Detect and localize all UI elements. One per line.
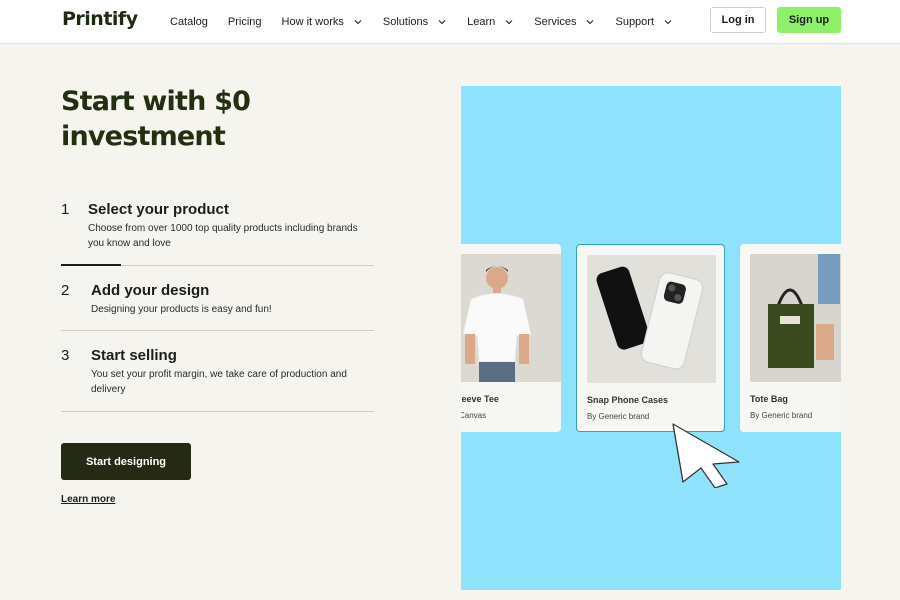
start-designing-button[interactable]: Start designing [61, 443, 191, 480]
step-divider [61, 411, 374, 412]
step-title: Add your design [91, 282, 210, 299]
printify-logo[interactable]: Printify [62, 8, 138, 30]
page-title-line: investment [61, 121, 226, 152]
product-title: Tote Bag [750, 394, 788, 404]
phone-case-illustration [587, 255, 716, 383]
nav-services[interactable]: Services [534, 16, 595, 28]
learn-more-link[interactable]: Learn more [61, 494, 115, 505]
product-card-phone-case[interactable]: Snap Phone Cases By Generic brand [576, 244, 725, 432]
step-description: Choose from over 1000 top quality produc… [88, 223, 358, 249]
product-showcase: leeve Tee Canvas Snap Phone Cases By Gen… [461, 86, 841, 590]
page-title-line: Start with $0 [61, 86, 251, 117]
tshirt-model-illustration [461, 254, 561, 382]
nav-pricing[interactable]: Pricing [228, 16, 262, 28]
phone-case-image [587, 255, 716, 383]
step-divider [61, 330, 374, 331]
product-card-tote-bag[interactable]: Tote Bag By Generic brand [740, 244, 841, 432]
nav-support[interactable]: Support [615, 16, 673, 28]
login-button[interactable]: Log in [710, 7, 766, 33]
step-title: Start selling [91, 347, 177, 364]
step-title: Select your product [88, 201, 229, 218]
nav-label: Support [615, 16, 655, 28]
chevron-down-icon [505, 20, 513, 25]
product-brand: Canvas [461, 411, 487, 420]
nav-catalog[interactable]: Catalog [170, 16, 208, 28]
nav-label: Learn [467, 16, 496, 28]
chevron-down-icon [438, 20, 446, 25]
page-title: Start with $0 investment [61, 84, 361, 154]
main-nav: Catalog Pricing How it works Solutions L… [170, 0, 693, 44]
nav-how-it-works[interactable]: How it works [282, 16, 363, 28]
product-brand: By Generic brand [750, 411, 813, 420]
tshirt-image [461, 254, 561, 382]
cursor-arrow-icon [672, 423, 740, 488]
tote-bag-image [750, 254, 841, 382]
nav-label: Solutions [382, 16, 429, 28]
nav-label: Services [534, 16, 577, 28]
nav-label: Pricing [227, 16, 262, 28]
nav-label: How it works [281, 16, 344, 28]
step-progress-indicator [61, 264, 121, 266]
product-title: Snap Phone Cases [587, 395, 669, 405]
product-brand: By Generic brand [587, 412, 650, 421]
chevron-down-icon [587, 20, 594, 25]
nav-learn[interactable]: Learn [467, 16, 514, 28]
nav-solutions[interactable]: Solutions [383, 16, 447, 28]
top-nav-bar: Printify Catalog Pricing How it works So… [0, 0, 900, 44]
tote-bag-illustration [750, 254, 841, 382]
step-description: Designing your products is easy and fun! [91, 304, 272, 315]
product-card-tee[interactable]: leeve Tee Canvas [461, 244, 561, 432]
step-number: 3 [61, 347, 70, 364]
signup-button[interactable]: Sign up [777, 7, 841, 33]
product-title: leeve Tee [461, 394, 499, 404]
chevron-down-icon [664, 20, 672, 25]
step-description: You set your profit margin, we take care… [91, 369, 347, 395]
chevron-down-icon [354, 20, 362, 25]
step-number: 2 [61, 282, 70, 299]
step-number: 1 [61, 201, 70, 218]
nav-label: Catalog [170, 16, 208, 28]
